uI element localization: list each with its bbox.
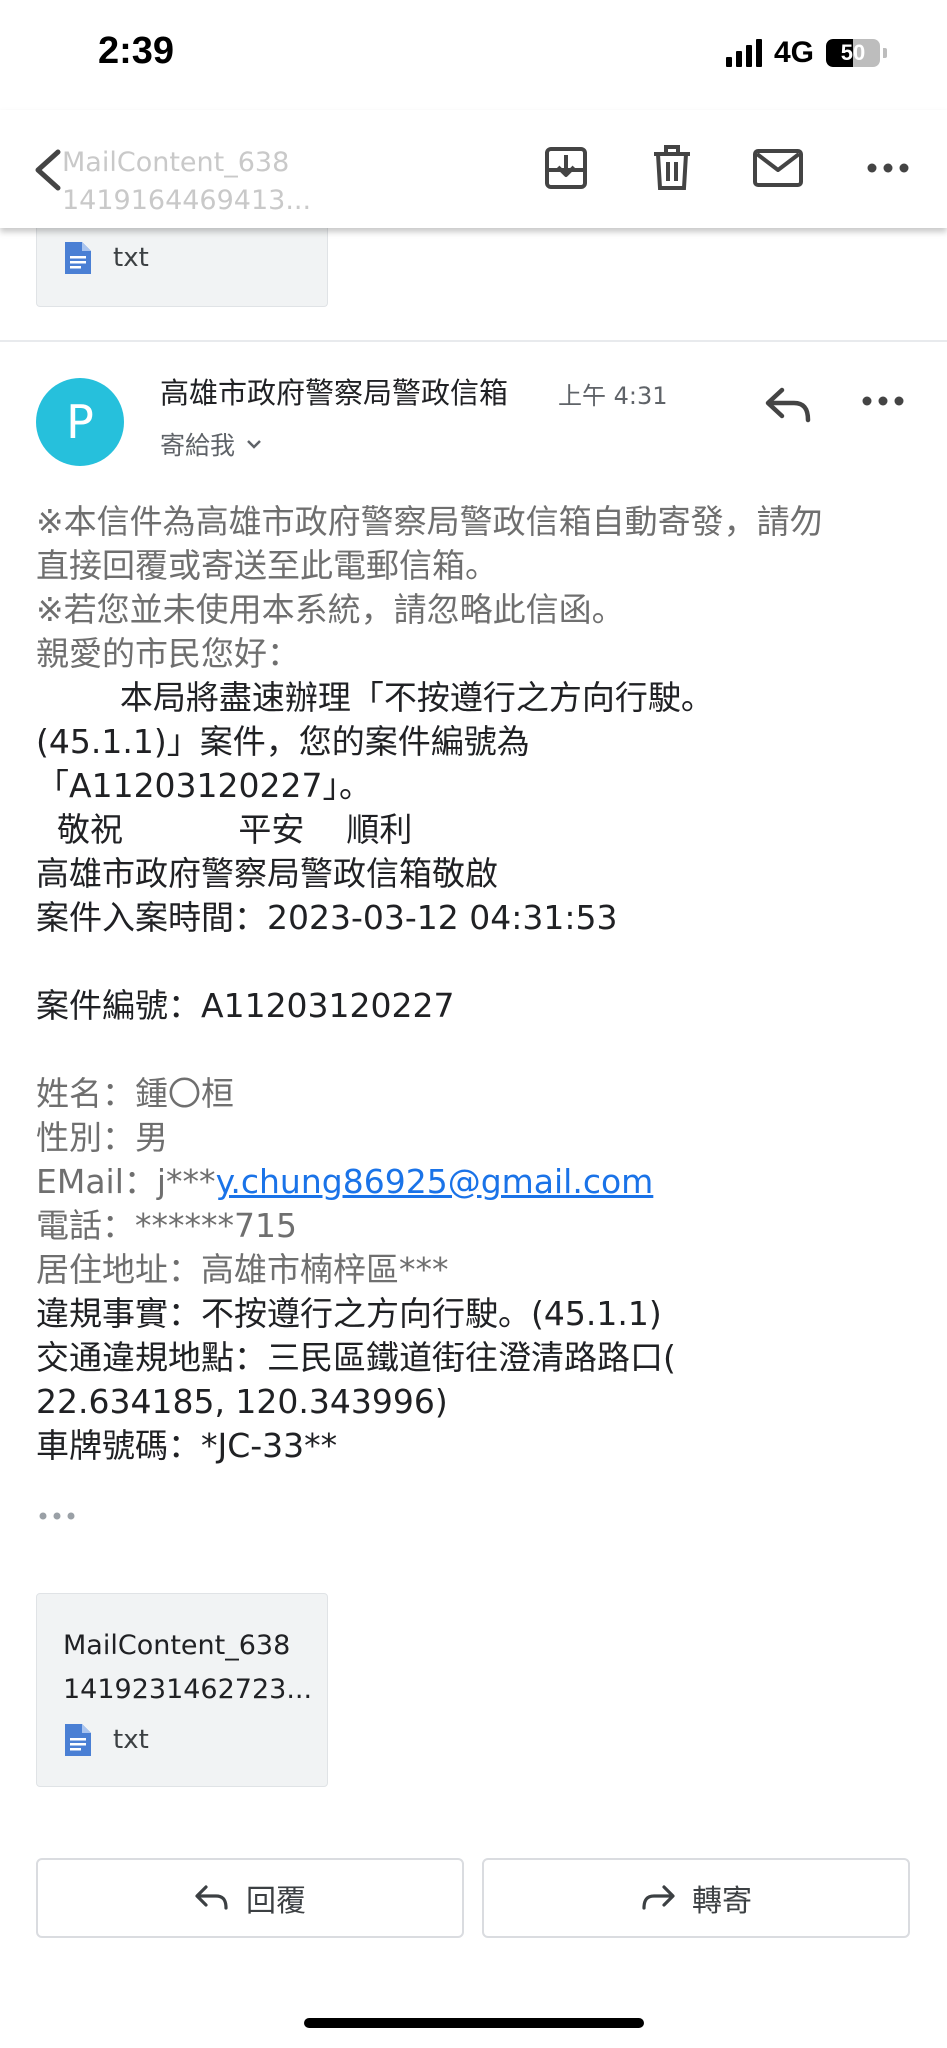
status-indicators: 4G 50 bbox=[725, 36, 887, 70]
file-extension: txt bbox=[113, 1725, 149, 1755]
document-icon bbox=[65, 242, 91, 274]
file-extension: txt bbox=[113, 243, 149, 273]
more-options-button[interactable] bbox=[860, 140, 916, 196]
delete-button[interactable] bbox=[644, 140, 700, 196]
battery-tip bbox=[883, 48, 887, 58]
back-arrow-icon bbox=[35, 149, 61, 191]
body-line: 交通違規地點：三民區鐵道街往澄清路路口( bbox=[36, 1338, 676, 1377]
forward-icon bbox=[642, 1885, 675, 1910]
scrolled-attachment-name: MailContent_638 1419164469413... bbox=[62, 144, 311, 220]
attachment-file-type: txt bbox=[65, 1724, 149, 1756]
body-line: 22.634185, 120.343996) bbox=[36, 1382, 448, 1421]
status-time: 2:39 bbox=[98, 30, 175, 72]
signal-icon bbox=[725, 39, 762, 67]
attachment-name-line1: MailContent_638 bbox=[63, 1630, 291, 1661]
forward-label: 轉寄 bbox=[692, 1884, 752, 1919]
network-label: 4G bbox=[773, 36, 814, 69]
sent-time: 上午 4:31 bbox=[558, 382, 668, 410]
attachment-name: MailContent_638 1419231462723... bbox=[63, 1624, 312, 1712]
archive-button[interactable] bbox=[538, 140, 594, 196]
body-line: 車牌號碼：*JC-33** bbox=[36, 1426, 338, 1465]
forward-button[interactable]: 轉寄 bbox=[482, 1858, 910, 1938]
scrolled-attachment-name-line1: MailContent_638 bbox=[62, 147, 290, 178]
trash-icon bbox=[654, 145, 690, 190]
chevron-down-icon bbox=[247, 440, 261, 449]
body-line: 直接回覆或寄送至此電郵信箱。 bbox=[36, 546, 498, 585]
back-button[interactable] bbox=[30, 140, 70, 200]
document-icon bbox=[65, 1724, 91, 1756]
attachment-card[interactable]: MailContent_638 1419231462723... txt bbox=[36, 1593, 328, 1787]
body-line: ※本信件為高雄市政府警察局警政信箱自動寄發，請勿 bbox=[36, 502, 823, 541]
recipient-label: 寄給我 bbox=[160, 431, 236, 460]
message-body: ※本信件為高雄市政府警察局警政信箱自動寄發，請勿 直接回覆或寄送至此電郵信箱。 … bbox=[36, 500, 916, 1468]
show-trimmed-content-button[interactable] bbox=[36, 1506, 84, 1526]
body-line: 本局將盡速辦理「不按遵行之方向行駛。 bbox=[36, 678, 714, 717]
scrolled-attachment-name-line2: 1419164469413... bbox=[62, 185, 312, 216]
reply-icon bbox=[195, 1885, 228, 1910]
body-line: 電話：******715 bbox=[36, 1206, 297, 1245]
body-line: 姓名：鍾〇桓 bbox=[36, 1074, 234, 1113]
body-line: 案件編號：A11203120227 bbox=[36, 986, 455, 1025]
mail-icon bbox=[753, 149, 803, 187]
home-indicator[interactable] bbox=[304, 2018, 644, 2028]
reply-icon-button[interactable] bbox=[762, 378, 816, 432]
body-line: 敬祝 平安 順利 bbox=[36, 810, 413, 849]
email-line: EMail：j***y.chung86925@gmail.com bbox=[36, 1160, 916, 1204]
more-horizontal-icon bbox=[39, 1512, 75, 1520]
reply-icon bbox=[765, 387, 811, 423]
body-line: 居住地址：高雄市楠梓區*** bbox=[36, 1250, 449, 1289]
body-line: 「A11203120227」。 bbox=[36, 766, 373, 805]
sender-avatar[interactable]: P bbox=[36, 378, 124, 466]
body-line: 親愛的市民您好： bbox=[36, 634, 300, 673]
battery-level: 50 bbox=[840, 40, 866, 65]
sender-name: 高雄市政府警察局警政信箱 bbox=[160, 376, 509, 410]
body-line: 違規事實：不按遵行之方向行駛。(45.1.1) bbox=[36, 1294, 662, 1333]
recipient-details-toggle[interactable]: 寄給我 bbox=[160, 426, 263, 462]
status-bar: 2:39 4G 50 bbox=[0, 0, 947, 110]
body-line: 高雄市政府警察局警政信箱敬啟 bbox=[36, 854, 498, 893]
battery-icon: 50 bbox=[826, 39, 880, 67]
message-divider bbox=[0, 340, 947, 342]
body-line: 性別：男 bbox=[36, 1118, 168, 1157]
more-horizontal-icon bbox=[867, 163, 909, 173]
email-label: EMail：j*** bbox=[36, 1162, 216, 1201]
previous-attachment-file-type: txt bbox=[65, 242, 149, 274]
body-line: 案件入案時間：2023-03-12 04:31:53 bbox=[36, 898, 618, 937]
reply-button[interactable]: 回覆 bbox=[36, 1858, 464, 1938]
attachment-name-line2: 1419231462723... bbox=[63, 1674, 313, 1705]
archive-icon bbox=[545, 147, 587, 189]
top-toolbar: MailContent_638 1419164469413... bbox=[0, 110, 947, 228]
more-horizontal-icon bbox=[862, 396, 904, 406]
message-more-button[interactable] bbox=[858, 386, 908, 416]
mark-unread-button[interactable] bbox=[750, 140, 806, 196]
body-line: (45.1.1)」案件，您的案件編號為 bbox=[36, 722, 530, 761]
body-line: ※若您並未使用本系統，請忽略此信函。 bbox=[36, 590, 625, 629]
email-link[interactable]: y.chung86925@gmail.com bbox=[216, 1162, 654, 1201]
reply-label: 回覆 bbox=[246, 1884, 306, 1919]
